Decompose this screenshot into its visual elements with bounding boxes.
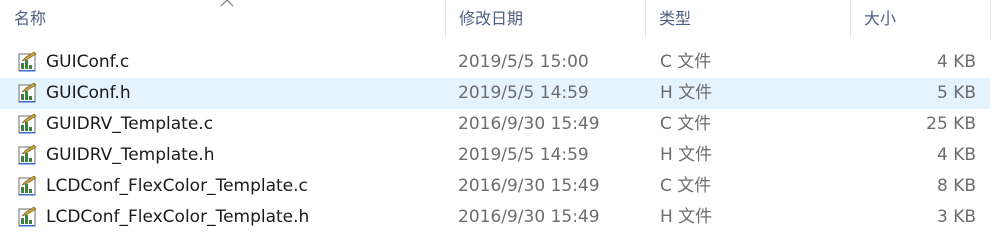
file-name: LCDConf_FlexColor_Template.c bbox=[46, 176, 308, 196]
file-row[interactable]: LCDConf_FlexColor_Template.c 2016/9/30 1… bbox=[0, 171, 990, 202]
column-header-size[interactable]: 大小 bbox=[850, 0, 990, 38]
column-divider[interactable] bbox=[990, 0, 991, 38]
column-header-modified-date[interactable]: 修改日期 bbox=[445, 0, 645, 38]
file-type: C 文件 bbox=[660, 52, 712, 72]
file-modified-date: 2016/9/30 15:49 bbox=[458, 207, 600, 227]
file-row[interactable]: GUIDRV_Template.c 2016/9/30 15:49 C 文件 2… bbox=[0, 109, 990, 140]
file-modified-date: 2019/5/5 14:59 bbox=[458, 145, 589, 165]
file-type: C 文件 bbox=[660, 114, 712, 134]
file-list: GUIConf.c 2019/5/5 15:00 C 文件 4 KB GUICo… bbox=[0, 47, 994, 233]
file-size: 5 KB bbox=[936, 83, 976, 103]
file-modified-date: 2016/9/30 15:49 bbox=[458, 176, 600, 196]
file-size: 4 KB bbox=[936, 52, 976, 72]
file-size: 4 KB bbox=[936, 145, 976, 165]
file-row[interactable]: LCDConf_FlexColor_Template.h 2016/9/30 1… bbox=[0, 202, 990, 233]
file-type: H 文件 bbox=[660, 83, 713, 103]
file-name: GUIConf.c bbox=[46, 52, 130, 72]
file-modified-date: 2019/5/5 15:00 bbox=[458, 52, 589, 72]
file-type: C 文件 bbox=[660, 176, 712, 196]
file-row[interactable]: GUIConf.c 2019/5/5 15:00 C 文件 4 KB bbox=[0, 47, 990, 78]
column-header-name[interactable]: 名称 bbox=[0, 0, 445, 38]
file-type: H 文件 bbox=[660, 207, 713, 227]
file-row[interactable]: GUIDRV_Template.h 2019/5/5 14:59 H 文件 4 … bbox=[0, 140, 990, 171]
column-header-type[interactable]: 类型 bbox=[645, 0, 850, 38]
file-name: GUIDRV_Template.h bbox=[46, 145, 215, 165]
file-name: GUIConf.h bbox=[46, 83, 131, 103]
file-type: H 文件 bbox=[660, 145, 713, 165]
file-size: 25 KB bbox=[926, 114, 976, 134]
file-explorer-details-view: 名称 修改日期 类型 大小 GUIConf.c 2019/5/5 15:00 C… bbox=[0, 0, 994, 246]
c-source-file-icon bbox=[18, 113, 37, 134]
file-name: LCDConf_FlexColor_Template.h bbox=[46, 207, 310, 227]
file-modified-date: 2016/9/30 15:49 bbox=[458, 114, 600, 134]
file-modified-date: 2019/5/5 14:59 bbox=[458, 83, 589, 103]
header-file-icon bbox=[18, 144, 37, 165]
header-file-icon bbox=[18, 206, 37, 227]
file-size: 8 KB bbox=[936, 176, 976, 196]
file-row[interactable]: GUIConf.h 2019/5/5 14:59 H 文件 5 KB bbox=[0, 78, 990, 109]
file-name: GUIDRV_Template.c bbox=[46, 114, 214, 134]
c-source-file-icon bbox=[18, 175, 37, 196]
file-size: 3 KB bbox=[936, 207, 976, 227]
c-source-file-icon bbox=[18, 51, 37, 72]
header-file-icon bbox=[18, 82, 37, 103]
column-header-bar: 名称 修改日期 类型 大小 bbox=[0, 0, 994, 38]
